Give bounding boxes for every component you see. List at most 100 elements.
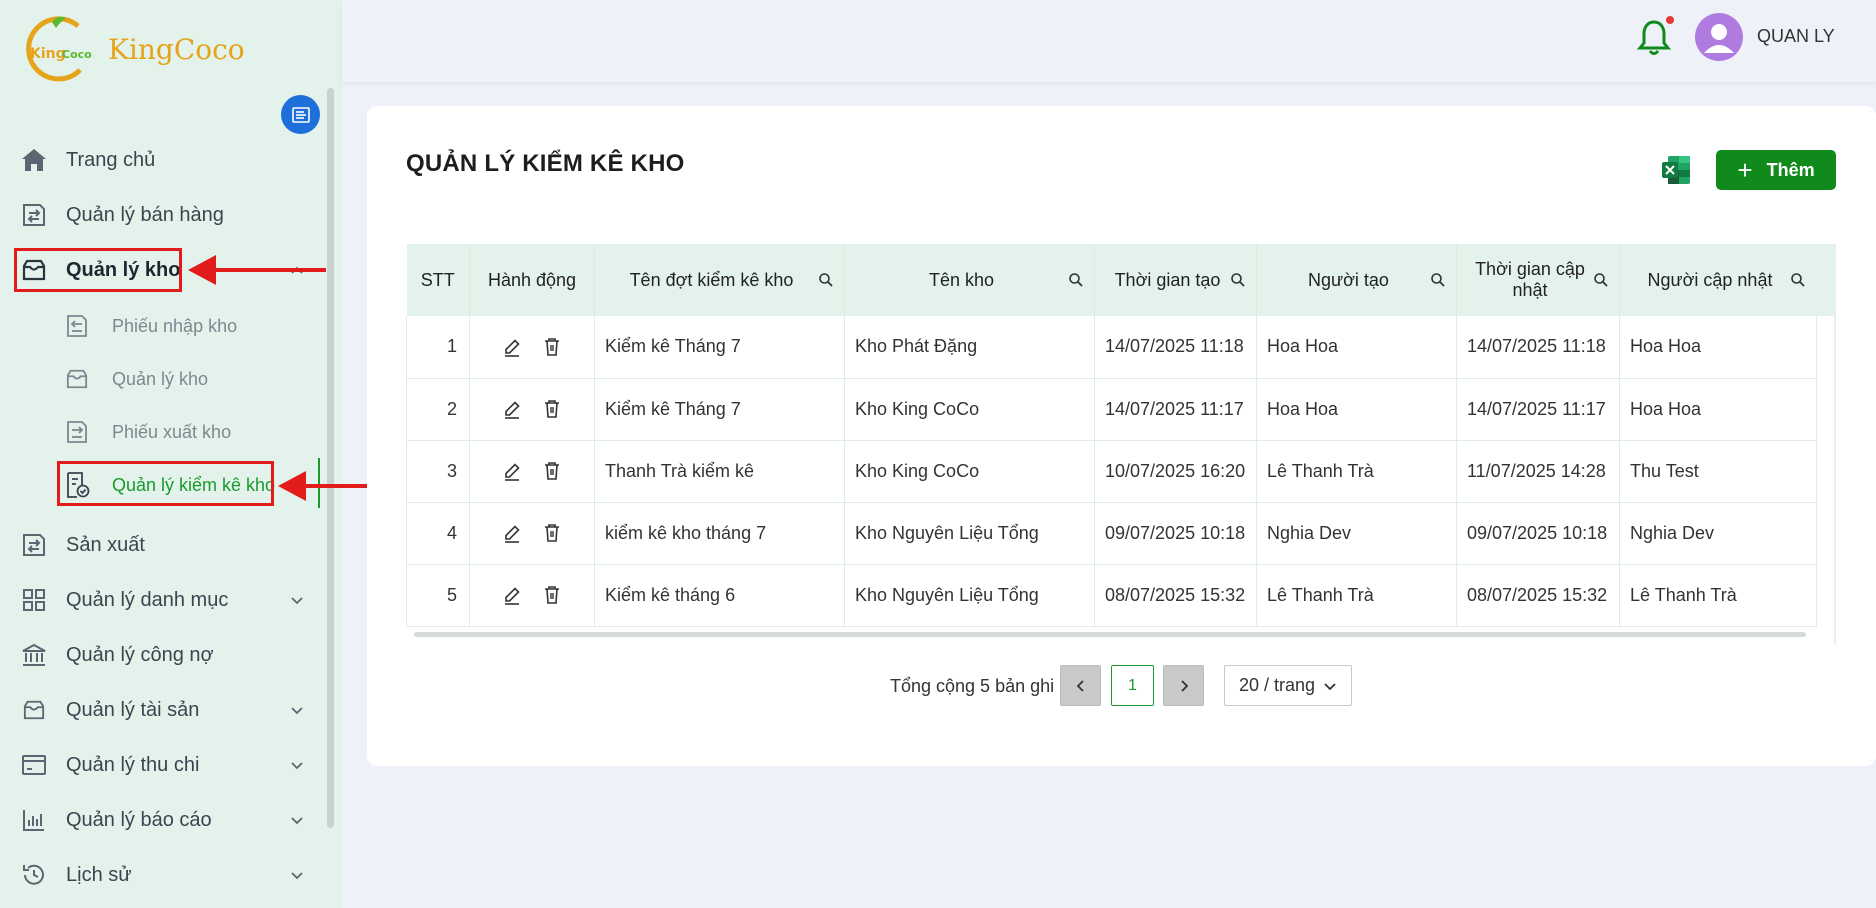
table-row[interactable]: 3 Thanh Trà kiểm kê Kho King CoCo 10/07/202… xyxy=(406,440,1817,503)
search-icon[interactable] xyxy=(818,272,834,288)
chevron-left-icon xyxy=(1076,679,1084,692)
edit-icon[interactable] xyxy=(501,336,523,358)
column-header-label: Người tạo xyxy=(1308,269,1389,290)
column-header-updated: Thời gian cập nhật xyxy=(1456,244,1620,316)
table-header-tail xyxy=(1816,244,1836,316)
column-header-updater: Người cập nhật xyxy=(1619,244,1817,316)
cell-stt: 2 xyxy=(406,378,470,441)
pagination-total: Tổng cộng 5 bản ghi xyxy=(890,676,1055,696)
sales-icon xyxy=(18,199,50,231)
sidebar-item-label: Quản lý danh mục xyxy=(66,588,229,611)
cell-actions xyxy=(469,316,595,379)
sidebar-item-production[interactable]: Sản xuất xyxy=(18,525,145,565)
delete-icon[interactable] xyxy=(541,398,563,420)
chevron-down-icon xyxy=(291,707,303,715)
chevron-down-icon xyxy=(291,762,303,770)
search-icon[interactable] xyxy=(1593,272,1609,288)
column-header-created: Thời gian tạo xyxy=(1094,244,1257,316)
sidebar-item-reports[interactable]: Quản lý báo cáo xyxy=(18,800,303,840)
sidebar-subitem-label: Phiếu nhập kho xyxy=(112,315,238,336)
edit-icon[interactable] xyxy=(501,522,523,544)
export-excel-button[interactable] xyxy=(1660,154,1692,186)
edit-icon[interactable] xyxy=(501,584,523,606)
cell-creator: Hoa Hoa xyxy=(1256,378,1457,441)
edit-icon[interactable] xyxy=(501,398,523,420)
cell-name: Kiểm kê Tháng 7 xyxy=(594,378,845,441)
avatar[interactable] xyxy=(1695,13,1743,61)
table-row[interactable]: 1 Kiểm kê Tháng 7 Kho Phát Đặng 14/07/2025 … xyxy=(406,316,1817,379)
prev-page-button[interactable] xyxy=(1060,665,1101,706)
cell-warehouse: Kho Phát Đặng xyxy=(844,316,1095,379)
sidebar-subitem-export[interactable]: Phiếu xuất kho xyxy=(62,412,231,452)
sidebar-subitem-import[interactable]: Phiếu nhập kho xyxy=(62,306,237,346)
search-icon[interactable] xyxy=(1430,272,1446,288)
brand-logo[interactable]: King Coco KingCoco xyxy=(22,12,245,86)
sidebar-scrollbar[interactable] xyxy=(327,88,334,828)
page-size-select[interactable]: 20 / trang xyxy=(1224,665,1352,706)
sidebar-item-assets[interactable]: Quản lý tài sản xyxy=(18,690,303,730)
cell-updater: Lê Thanh Trà xyxy=(1619,564,1817,627)
card-icon xyxy=(18,749,50,781)
collapse-sidebar-button[interactable] xyxy=(281,95,320,134)
bank-icon xyxy=(18,639,50,671)
page-size-value: 20 / trang xyxy=(1239,675,1316,695)
kingcoco-logo-icon: King Coco xyxy=(22,12,96,86)
chevron-down-icon xyxy=(291,872,303,880)
sidebar-subitem-warehouse[interactable]: Quản lý kho xyxy=(62,359,208,399)
sidebar-item-label: Trang chủ xyxy=(66,148,156,171)
search-icon[interactable] xyxy=(1230,272,1246,288)
next-page-button[interactable] xyxy=(1163,665,1204,706)
cell-creator: Nghia Dev xyxy=(1256,502,1457,565)
username[interactable]: QUAN LY xyxy=(1757,26,1835,47)
sidebar-item-categories[interactable]: Quản lý danh mục xyxy=(18,580,303,620)
table-row[interactable]: 2 Kiểm kê Tháng 7 Kho King CoCo 14/07/2025 … xyxy=(406,378,1817,441)
user-avatar-icon xyxy=(1704,24,1734,53)
column-header-actions: Hành động xyxy=(469,244,595,316)
annotation-arrow-icon xyxy=(188,255,326,285)
svg-text:King: King xyxy=(30,46,66,62)
table-right-edge xyxy=(1834,244,1836,644)
export-icon xyxy=(62,417,92,447)
cell-name: Thanh Trà kiểm kê xyxy=(594,440,845,503)
history-icon xyxy=(18,859,50,891)
delete-icon[interactable] xyxy=(541,584,563,606)
table-horizontal-scrollbar[interactable] xyxy=(414,632,1806,637)
chevron-down-icon xyxy=(291,817,303,825)
sidebar-item-income-expense[interactable]: Quản lý thu chi xyxy=(18,745,303,785)
chevron-down-icon xyxy=(291,597,303,605)
table-row[interactable]: 5 Kiểm kê tháng 6 Kho Nguyên Liệu Tổng 08/0… xyxy=(406,564,1817,627)
chart-icon xyxy=(18,804,50,836)
cell-created: 09/07/2025 10:18 xyxy=(1094,502,1257,565)
sidebar-item-label: Quản lý báo cáo xyxy=(66,808,212,831)
delete-icon[interactable] xyxy=(541,460,563,482)
svg-text:Coco: Coco xyxy=(62,48,92,61)
cell-warehouse: Kho King CoCo xyxy=(844,440,1095,503)
home-icon xyxy=(18,144,50,176)
search-icon[interactable] xyxy=(1790,272,1806,288)
cell-warehouse: Kho Nguyên Liệu Tổng xyxy=(844,502,1095,565)
cell-actions xyxy=(469,502,595,565)
cell-creator: Lê Thanh Trà xyxy=(1256,440,1457,503)
search-icon[interactable] xyxy=(1068,272,1084,288)
delete-icon[interactable] xyxy=(541,336,563,358)
delete-icon[interactable] xyxy=(541,522,563,544)
sidebar-item-sales[interactable]: Quản lý bán hàng xyxy=(18,195,224,235)
cell-updated: 08/07/2025 15:32 xyxy=(1456,564,1620,627)
cell-updater: Thu Test xyxy=(1619,440,1817,503)
table-row[interactable]: 4 kiểm kê kho tháng 7 Kho Nguyên Liệu Tổng… xyxy=(406,502,1817,565)
sidebar-item-debt[interactable]: Quản lý công nợ xyxy=(18,635,214,675)
column-header-label: Tên đợt kiểm kê kho xyxy=(629,269,794,290)
cell-stt: 4 xyxy=(406,502,470,565)
column-header-label: Thời gian cập nhật xyxy=(1475,259,1585,300)
edit-icon[interactable] xyxy=(501,460,523,482)
sidebar-item-home[interactable]: Trang chủ xyxy=(18,140,155,180)
sidebar-item-history[interactable]: Lịch sử xyxy=(18,855,303,895)
cell-actions xyxy=(469,440,595,503)
production-icon xyxy=(18,529,50,561)
cell-created: 08/07/2025 15:32 xyxy=(1094,564,1257,627)
current-page-button[interactable]: 1 xyxy=(1111,665,1154,706)
cell-name: Kiểm kê Tháng 7 xyxy=(594,316,845,379)
cell-updated: 09/07/2025 10:18 xyxy=(1456,502,1620,565)
notification-bell-icon[interactable] xyxy=(1636,18,1672,58)
add-button[interactable]: + Thêm xyxy=(1716,150,1836,190)
